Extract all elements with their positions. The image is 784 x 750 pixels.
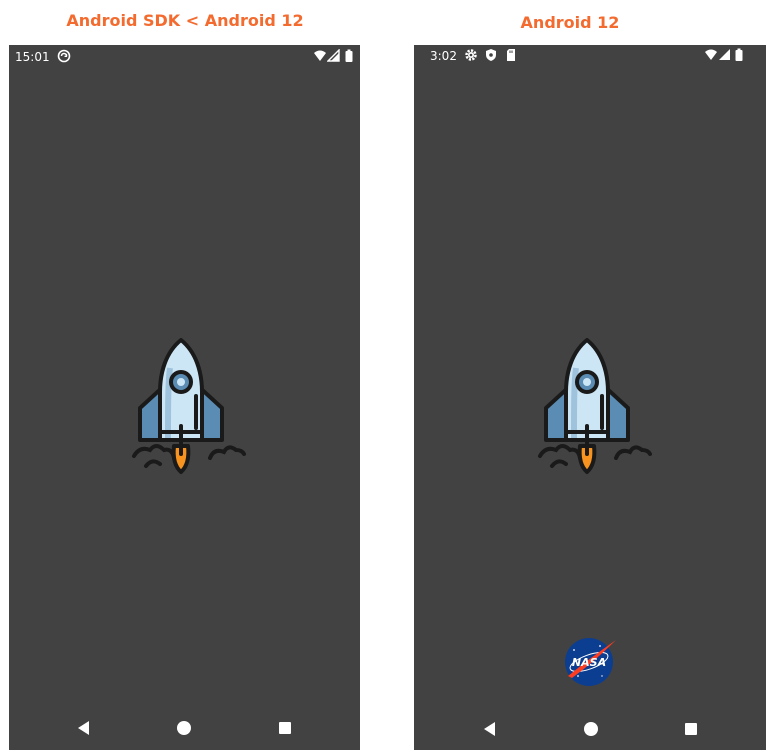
phone-android12: 3:02 NASA xyxy=(414,45,766,750)
heading-android12: Android 12 xyxy=(520,13,620,32)
rocket-icon xyxy=(532,338,652,488)
recents-icon[interactable] xyxy=(681,719,701,739)
home-icon[interactable] xyxy=(581,719,601,739)
nasa-logo-text: NASA xyxy=(572,656,606,669)
shield-icon xyxy=(486,49,496,61)
status-time: 15:01 xyxy=(15,50,50,64)
home-icon[interactable] xyxy=(174,718,194,738)
back-icon[interactable] xyxy=(74,718,94,738)
battery-icon xyxy=(735,48,743,61)
signal-icon xyxy=(327,49,340,62)
status-bar: 3:02 xyxy=(414,45,766,69)
navigation-bar xyxy=(414,706,766,750)
wifi-icon xyxy=(705,49,717,60)
settings-icon xyxy=(465,49,477,61)
battery-icon xyxy=(345,49,353,62)
sync-icon xyxy=(57,49,71,63)
status-bar: 15:01 xyxy=(9,45,360,69)
rocket-icon xyxy=(126,338,246,488)
status-time: 3:02 xyxy=(430,49,457,63)
wifi-icon xyxy=(314,50,326,61)
back-icon[interactable] xyxy=(480,719,500,739)
signal-icon xyxy=(719,49,730,60)
recents-icon[interactable] xyxy=(275,718,295,738)
sd-card-icon xyxy=(507,49,515,61)
navigation-bar xyxy=(9,706,360,750)
nasa-logo: NASA xyxy=(565,638,616,686)
phone-legacy: 15:01 xyxy=(9,45,360,750)
heading-legacy: Android SDK < Android 12 xyxy=(66,11,304,30)
